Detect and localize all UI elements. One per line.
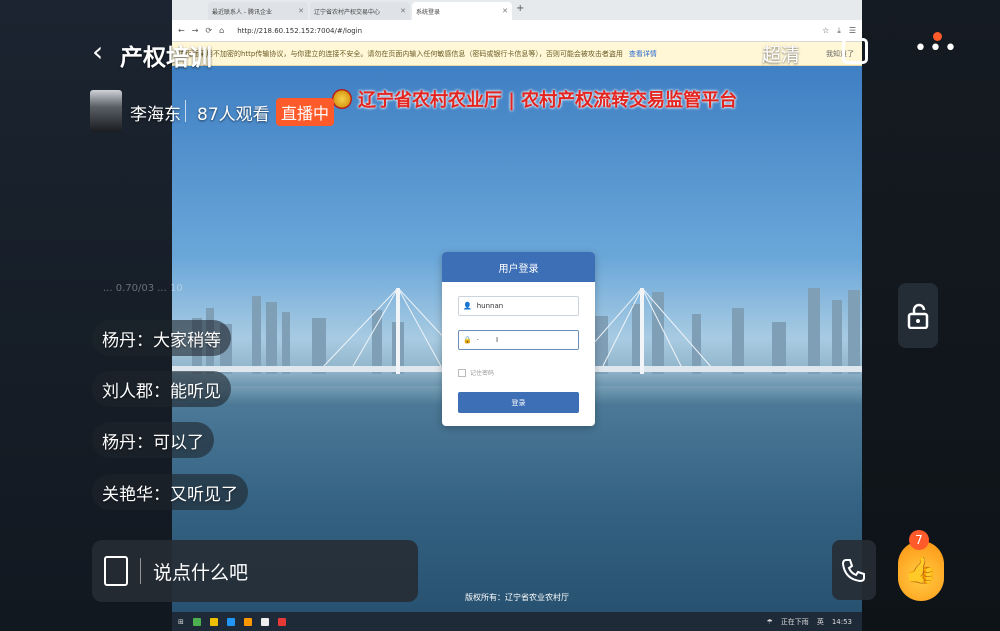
chat-comment: 杨丹：大家稍等: [92, 320, 231, 356]
divider: [140, 558, 141, 584]
host-name[interactable]: 李海东: [130, 100, 181, 125]
home-icon[interactable]: ⌂: [219, 26, 224, 35]
lock-icon: 🔒: [463, 336, 472, 344]
new-tab-icon[interactable]: +: [516, 3, 524, 14]
username-field[interactable]: 👤 hunnan: [458, 296, 579, 316]
app-icon[interactable]: [243, 617, 252, 626]
app-icon[interactable]: [277, 617, 286, 626]
password-value: ·: [476, 336, 479, 344]
clock: 14:53: [831, 617, 852, 626]
shared-screen: 最近联系人 - 腾讯企业 ✕ 辽宁省农村产权交易中心 ✕ 系统登录 ✕ + ← → ⟳…: [172, 0, 862, 631]
windows-start-icon[interactable]: ⊞: [178, 618, 184, 626]
tab-label: 系统登录: [416, 8, 441, 16]
host-avatar[interactable]: [90, 90, 122, 132]
national-emblem-icon: [332, 89, 352, 109]
tab-label: 最近联系人 - 腾讯企业: [212, 8, 272, 16]
remember-password[interactable]: 记住密码: [458, 368, 494, 377]
chevron-left-icon[interactable]: ‹: [92, 38, 103, 66]
folder-app-icon[interactable]: [209, 617, 218, 626]
quality-button[interactable]: 超清: [762, 40, 800, 67]
tab-label: 辽宁省农村产权交易中心: [314, 8, 381, 16]
back-icon[interactable]: ←: [178, 26, 185, 35]
phone-icon: [841, 559, 865, 583]
login-panel: 用户登录 👤 hunnan 🔒 · I 记住密码 登录: [442, 252, 595, 426]
chat-comment: 关艳华：又听见了: [92, 474, 248, 510]
comment-placeholder: 说点什么吧: [153, 561, 249, 584]
security-notice: 该页面采用不加密的http传输协议，与你建立的连接不安全。请勿在页面内输入任何敏…: [178, 49, 623, 58]
forward-icon[interactable]: →: [192, 26, 199, 35]
username-value: hunnan: [476, 302, 504, 310]
close-icon[interactable]: ✕: [502, 7, 508, 15]
like-count-badge: 7: [909, 530, 929, 550]
password-field[interactable]: 🔒 · I: [458, 330, 579, 350]
remember-checkbox[interactable]: [458, 368, 466, 377]
browser-tab-active[interactable]: 系统登录 ✕: [412, 2, 512, 20]
browser-app-icon[interactable]: [192, 617, 201, 626]
close-icon[interactable]: ✕: [400, 7, 406, 15]
thumbs-up-icon: 👍: [904, 556, 938, 586]
browser-tab[interactable]: 最近联系人 - 腾讯企业 ✕: [208, 2, 308, 20]
viewer-count: 87人观看: [197, 105, 270, 125]
address-bar: ← → ⟳ ⌂ http://218.60.152.152:7004/#/log…: [172, 20, 862, 42]
browser-tabbar: 最近联系人 - 腾讯企业 ✕ 辽宁省农村产权交易中心 ✕ 系统登录 ✕ +: [172, 0, 862, 20]
windows-taskbar: ⊞ ☂ 正在下雨 英 14:53: [172, 612, 862, 631]
chat-comment: 杨丹：可以了: [92, 422, 214, 458]
live-badge: 直播中: [276, 98, 335, 126]
download-icon[interactable]: ⤓: [837, 26, 841, 36]
comment-input[interactable]: 说点什么吧: [92, 540, 418, 602]
reload-icon[interactable]: ⟳: [205, 26, 212, 35]
faded-text: ... 0.70/03 ... 10: [103, 283, 183, 294]
url-field[interactable]: http://218.60.152.152:7004/#/login: [237, 27, 362, 35]
divider: [185, 100, 186, 122]
login-heading: 用户登录: [442, 252, 595, 282]
app-icon[interactable]: [226, 617, 235, 626]
weather-text: 正在下雨: [780, 617, 809, 626]
login-page: 辽宁省农村农业厅 | 农村产权流转交易监管平台 用户登录 👤 hunnan 🔒 …: [172, 66, 862, 612]
menu-icon[interactable]: ☰: [849, 26, 856, 36]
security-details-link[interactable]: 查看详情: [629, 49, 657, 59]
remember-label: 记住密码: [470, 370, 495, 377]
room-title: 产权培训: [120, 45, 212, 71]
login-button[interactable]: 登录: [458, 392, 579, 413]
close-icon[interactable]: ✕: [298, 7, 304, 15]
document-icon[interactable]: [104, 556, 128, 586]
screen-lock-button[interactable]: [898, 283, 938, 348]
site-title: 辽宁省农村农业厅 | 农村产权流转交易监管平台: [358, 90, 738, 111]
unlock-icon: [907, 303, 929, 329]
like-button[interactable]: 👍: [898, 541, 944, 601]
notification-dot: [933, 32, 942, 41]
site-header: 辽宁省农村农业厅 | 农村产权流转交易监管平台: [332, 86, 737, 112]
user-icon: 👤: [463, 302, 472, 310]
ime-indicator[interactable]: 英: [817, 617, 824, 627]
picture-in-picture-icon[interactable]: [842, 38, 868, 64]
text-cursor-icon: I: [495, 336, 499, 344]
call-button[interactable]: [832, 540, 876, 600]
star-icon[interactable]: ☆: [822, 26, 829, 36]
left-background: [0, 0, 172, 631]
app-icon[interactable]: [260, 617, 269, 626]
live-stream-screen: 最近联系人 - 腾讯企业 ✕ 辽宁省农村产权交易中心 ✕ 系统登录 ✕ + ← → ⟳…: [0, 0, 1000, 631]
security-infobar: 该页面采用不加密的http传输协议，与你建立的连接不安全。请勿在页面内输入任何敏…: [172, 42, 862, 66]
chat-comment: 刘人郡：能听见: [92, 371, 231, 407]
browser-tab[interactable]: 辽宁省农村产权交易中心 ✕: [310, 2, 410, 20]
weather-icon: ☂: [766, 617, 773, 626]
